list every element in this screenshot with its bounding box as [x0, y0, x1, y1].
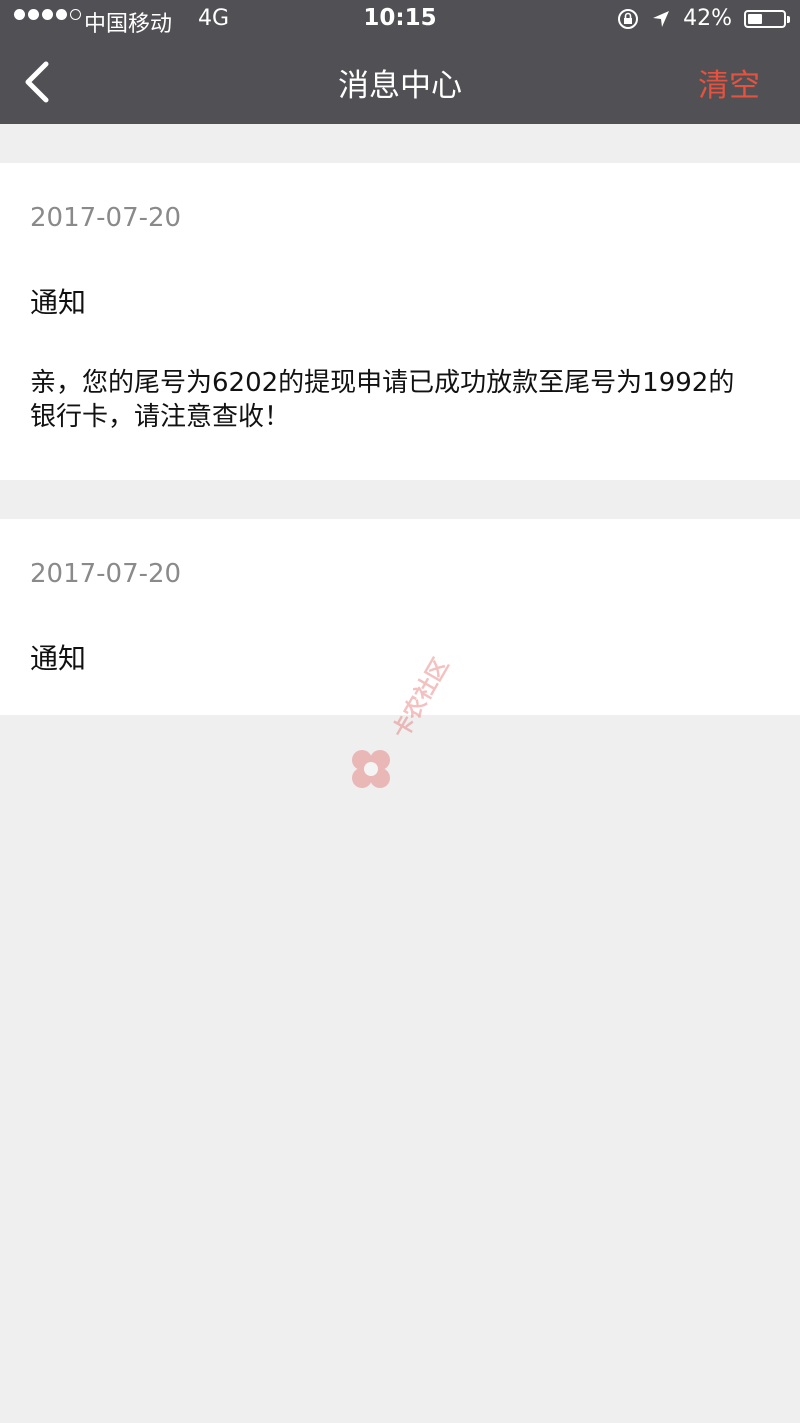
message-title: 通知 — [30, 286, 87, 319]
orientation-lock-icon — [618, 8, 639, 29]
top-bar: 中国移动 4G 10:15 42% 消息中心 清空 — [0, 0, 800, 124]
page-title: 消息中心 — [338, 68, 462, 104]
battery-percent: 42% — [683, 6, 732, 31]
clear-button[interactable]: 清空 — [698, 60, 760, 105]
message-title: 通知 — [30, 642, 87, 675]
location-arrow-icon — [653, 10, 670, 27]
message-content: 亲，您的尾号为6202的提现申请已成功放款至尾号为1992的银行卡，请注意查收！ — [30, 368, 735, 432]
battery-icon — [744, 9, 790, 28]
status-right: 42% — [617, 6, 790, 31]
status-bar: 中国移动 4G 10:15 42% — [0, 0, 800, 40]
watermark-logo: 卡农社区 — [352, 654, 455, 788]
message-date: 2017-07-20 — [30, 203, 182, 233]
watermark-text: 卡农社区 — [388, 654, 455, 743]
navigation-bar: 消息中心 清空 — [0, 40, 800, 124]
message-date: 2017-07-20 — [30, 559, 182, 589]
message-card[interactable]: 2017-07-20 通知 亲，您的尾号为6202的提现申请已成功放款至尾号为1… — [0, 163, 800, 480]
